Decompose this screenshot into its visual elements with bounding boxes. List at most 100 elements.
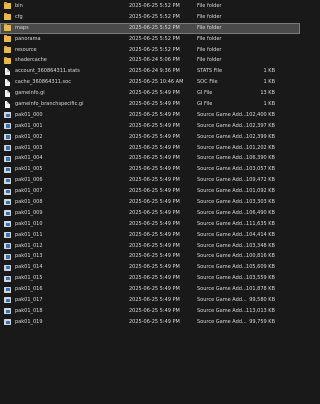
file-name: pak01_014 xyxy=(15,264,43,271)
file-name: account_360864311.stats xyxy=(15,68,80,75)
file-name: pak01_015 xyxy=(15,275,43,282)
file-date-modified: 2025-06-24 5:06 PM xyxy=(129,57,180,64)
file-date-modified: 2025-06-25 5:49 PM xyxy=(129,286,180,293)
file-row[interactable]: pak01_012 2025-06-25 5:49 PM Source Game A… xyxy=(0,241,300,252)
vpk-icon xyxy=(4,188,11,195)
file-name: maps xyxy=(15,24,29,31)
file-name: pak01_013 xyxy=(15,253,43,260)
file-size: 1 KB xyxy=(263,101,275,108)
file-row[interactable]: cfg 2025-06-25 5:52 PM File folder xyxy=(0,12,300,23)
file-date-modified: 2025-06-25 5:49 PM xyxy=(129,155,180,162)
file-row[interactable]: account_360864311.stats 2025-06-24 9:36 P… xyxy=(0,66,300,77)
file-row[interactable]: panorama 2025-06-25 5:52 PM File folder xyxy=(0,34,300,45)
file-name: pak01_016 xyxy=(15,286,43,293)
file-size: 111,635 KB xyxy=(246,220,275,227)
file-row[interactable]: pak01_011 2025-06-25 5:49 PM Source Game A… xyxy=(0,230,300,241)
file-row[interactable]: pak01_009 2025-06-25 5:49 PM Source Game A… xyxy=(0,208,300,219)
vpk-icon xyxy=(4,199,11,206)
file-row[interactable]: pak01_004 2025-06-25 5:49 PM Source Game A… xyxy=(0,153,300,164)
file-row[interactable]: pak01_010 2025-06-25 5:49 PM Source Game A… xyxy=(0,219,300,230)
file-type: File folder xyxy=(197,3,222,9)
file-name: resource xyxy=(15,46,37,53)
file-row[interactable]: pak01_006 2025-06-25 5:49 PM Source Game A… xyxy=(0,175,300,186)
file-row[interactable]: gameinfo.gi 2025-06-25 5:49 PM GI File 13 K… xyxy=(0,88,300,99)
file-date-modified: 2025-06-25 5:52 PM xyxy=(129,24,180,31)
file-date-modified: 2025-06-25 5:52 PM xyxy=(129,3,180,9)
file-row[interactable]: pak01_003 2025-06-25 5:49 PM Source Game A… xyxy=(0,143,300,154)
file-name: pak01_012 xyxy=(15,242,43,249)
file-row[interactable]: bin 2025-06-25 5:52 PM File folder xyxy=(0,1,300,12)
file-name: pak01_006 xyxy=(15,177,43,184)
vpk-icon xyxy=(4,253,11,260)
vpk-icon xyxy=(4,297,11,304)
vpk-icon xyxy=(4,112,11,119)
file-name: pak01_000 xyxy=(15,111,43,118)
file-size: 103,559 KB xyxy=(246,275,275,282)
file-icon xyxy=(5,68,10,75)
file-date-modified: 2025-06-25 5:52 PM xyxy=(129,46,180,53)
vpk-icon xyxy=(4,221,11,228)
vpk-icon xyxy=(4,308,11,315)
file-size: 1 KB xyxy=(263,68,275,75)
file-row[interactable]: maps 2025-06-25 5:52 PM File folder xyxy=(0,22,300,34)
file-name: pak01_017 xyxy=(15,297,43,304)
file-row[interactable]: pak01_000 2025-06-25 5:49 PM Source Game A… xyxy=(0,110,300,121)
vpk-icon xyxy=(4,242,11,249)
file-row[interactable]: pak01_005 2025-06-25 5:49 PM Source Game A… xyxy=(0,164,300,175)
file-row[interactable]: pak01_001 2025-06-25 5:49 PM Source Game A… xyxy=(0,121,300,132)
file-size: 113,013 KB xyxy=(246,307,275,314)
file-row[interactable]: pak01_017 2025-06-25 5:49 PM Source Game A… xyxy=(0,295,300,306)
file-size: 106,490 KB xyxy=(246,209,275,216)
file-row[interactable]: pak01_008 2025-06-25 5:49 PM Source Game A… xyxy=(0,197,300,208)
file-date-modified: 2025-06-25 5:49 PM xyxy=(129,307,180,314)
file-size: 106,390 KB xyxy=(246,155,275,162)
file-row[interactable]: pak01_018 2025-06-25 5:49 PM Source Game A… xyxy=(0,306,300,317)
file-name: pak01_004 xyxy=(15,155,43,162)
file-row[interactable]: pak01_007 2025-06-25 5:49 PM Source Game A… xyxy=(0,186,300,197)
file-row[interactable]: pak01_014 2025-06-25 5:49 PM Source Game A… xyxy=(0,262,300,273)
file-row[interactable]: pak01_013 2025-06-25 5:49 PM Source Game A… xyxy=(0,251,300,262)
file-row[interactable]: gameinfo_branchspecific.gi 2025-06-25 5:4… xyxy=(0,99,300,110)
file-date-modified: 2025-06-25 5:49 PM xyxy=(129,318,180,325)
file-date-modified: 2025-06-25 5:49 PM xyxy=(129,242,180,249)
file-row[interactable]: pak01_002 2025-06-25 5:49 PM Source Game A… xyxy=(0,132,300,143)
file-row[interactable]: shadercache 2025-06-24 5:06 PM File folder xyxy=(0,55,300,66)
vpk-icon xyxy=(4,123,11,130)
vpk-icon xyxy=(4,210,11,217)
vpk-icon xyxy=(4,144,11,151)
file-name: pak01_019 xyxy=(15,318,43,325)
file-size: 102,397 KB xyxy=(246,122,275,129)
file-name: cache_360864311.soc xyxy=(15,79,71,86)
vpk-icon xyxy=(4,177,11,184)
file-name: pak01_001 xyxy=(15,122,43,129)
vpk-icon xyxy=(4,155,11,162)
file-date-modified: 2025-06-25 5:52 PM xyxy=(129,13,180,20)
file-date-modified: 2025-06-25 10:46 AM xyxy=(129,79,184,86)
file-name: pak01_005 xyxy=(15,166,43,173)
file-name: pak01_007 xyxy=(15,188,43,195)
vpk-icon xyxy=(4,232,11,239)
file-date-modified: 2025-06-24 9:36 PM xyxy=(129,68,180,75)
file-type: File folder xyxy=(197,35,222,42)
file-type: File folder xyxy=(197,13,222,20)
file-name: bin xyxy=(15,3,23,9)
file-name: pak01_018 xyxy=(15,307,43,314)
file-row[interactable]: cache_360864311.soc 2025-06-25 10:46 AM SO… xyxy=(0,77,300,88)
folder-icon xyxy=(4,23,11,32)
file-row[interactable]: pak01_015 2025-06-25 5:49 PM Source Game A… xyxy=(0,273,300,284)
file-size: 103,057 KB xyxy=(246,166,275,173)
file-date-modified: 2025-06-25 5:49 PM xyxy=(129,297,180,304)
file-size: 105,609 KB xyxy=(246,264,275,271)
vpk-icon xyxy=(4,319,11,326)
file-date-modified: 2025-06-25 5:49 PM xyxy=(129,209,180,216)
file-date-modified: 2025-06-25 5:49 PM xyxy=(129,144,180,151)
file-size: 99,580 KB xyxy=(249,297,275,304)
file-row[interactable]: pak01_016 2025-06-25 5:49 PM Source Game A… xyxy=(0,284,300,295)
file-date-modified: 2025-06-25 5:49 PM xyxy=(129,90,180,97)
file-size: 101,092 KB xyxy=(246,188,275,195)
file-name: cfg xyxy=(15,13,23,20)
file-name: pak01_010 xyxy=(15,220,43,227)
file-row[interactable]: pak01_019 2025-06-25 5:49 PM Source Game A… xyxy=(0,317,300,328)
vpk-icon xyxy=(4,275,11,282)
file-row[interactable]: resource 2025-06-25 5:52 PM File folder xyxy=(0,45,300,56)
